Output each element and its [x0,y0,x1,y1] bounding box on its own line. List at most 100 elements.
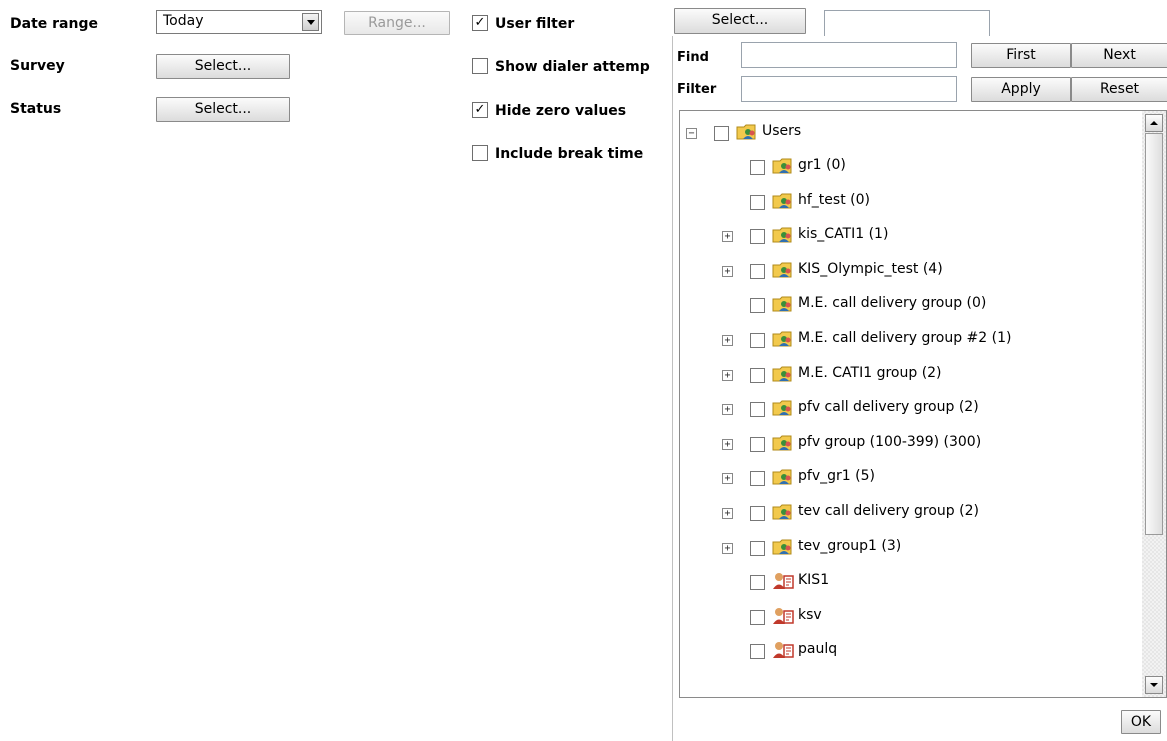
group-folder-icon [772,539,792,555]
tree-item[interactable]: hf_test (0) [680,190,1140,214]
tree-item[interactable]: + KIS_Olympic_test (4) [680,259,1140,283]
tree-item-label: KIS_Olympic_test (4) [798,260,943,277]
apply-button[interactable]: Apply [971,77,1071,102]
arrow-up-icon [1150,121,1158,125]
group-folder-icon [772,193,792,209]
tree-item[interactable]: + M.E. CATI1 group (2) [680,363,1140,387]
tree-checkbox[interactable] [750,160,765,175]
expand-icon[interactable]: + [722,369,733,381]
group-folder-icon [772,158,792,174]
show-dialer-label: Show dialer attemp [495,59,650,75]
show-dialer-checkbox[interactable] [472,58,488,74]
arrow-down-icon [1150,683,1158,687]
status-label: Status [10,101,62,117]
expand-icon[interactable]: + [722,542,733,554]
user-filter-label: User filter [495,16,575,32]
tree-checkbox[interactable] [750,609,765,625]
user-filter-checkbox[interactable]: ✓ [472,15,488,31]
tree-checkbox[interactable] [750,298,765,314]
tree-checkbox[interactable] [750,506,765,521]
tree-item-label: KIS1 [798,572,830,589]
tree-item[interactable]: + M.E. call delivery group #2 (1) [680,328,1140,352]
first-button[interactable]: First [971,43,1071,68]
tree-item-label: M.E. call delivery group (0) [798,295,987,312]
tree-item-label: gr1 (0) [798,157,846,173]
tree-item[interactable]: + tev_group1 (3) [680,536,1140,560]
expand-icon[interactable]: + [722,335,733,346]
tree-checkbox[interactable] [750,471,765,487]
survey-select-button[interactable]: Select... [156,54,290,79]
tree-checkbox[interactable] [750,194,765,210]
expand-icon[interactable]: + [722,508,733,519]
expand-icon[interactable]: + [722,231,733,243]
group-folder-icon [772,262,792,278]
status-select-button[interactable]: Select... [156,97,290,122]
tree-checkbox[interactable] [750,333,765,348]
user-icon [773,607,794,624]
tree-item-label: pfv_gr1 (5) [798,468,875,485]
tree-content: − Users gr1 (0) hf_test (0) + kis_CATI1 (1)… [680,111,1140,697]
collapse-icon[interactable]: − [686,128,697,139]
group-folder-icon [772,296,792,312]
scroll-down-button[interactable] [1145,676,1163,694]
tree-item-label: paulq [798,641,838,658]
group-folder-icon [772,331,792,347]
user-filter-select-button[interactable]: Select... [674,8,806,34]
expand-icon[interactable]: + [722,404,733,416]
tree-item[interactable]: + pfv_gr1 (5) [680,466,1140,490]
user-select-popup: Find First Next Filter Apply Reset − Use… [672,36,1167,741]
scroll-thumb[interactable] [1145,133,1163,535]
group-folder-icon [772,366,792,382]
tree-item-label: tev_group1 (3) [798,537,902,554]
group-folder-icon [736,124,756,140]
tree-root-label: Users [762,123,802,139]
user-icon [773,573,794,590]
expand-icon[interactable]: + [722,473,733,485]
tree-item-label: tev call delivery group (2) [798,503,979,519]
group-folder-icon [772,227,792,243]
find-label: Find [677,50,709,65]
tree-checkbox[interactable] [750,229,765,245]
tree-item[interactable]: + pfv group (100-399) (300) [680,432,1140,456]
tree-checkbox[interactable] [750,263,765,279]
include-break-checkbox[interactable] [472,145,488,161]
tree-checkbox[interactable] [750,436,765,452]
hide-zero-checkbox[interactable]: ✓ [472,102,488,118]
tree-item[interactable]: KIS1 [680,570,1140,594]
date-range-label: Date range [10,16,98,32]
tree-item-label: M.E. CATI1 group (2) [798,364,942,381]
scroll-up-button[interactable] [1145,114,1163,132]
tree-item[interactable]: + kis_CATI1 (1) [680,224,1140,248]
filter-label: Filter [677,82,717,97]
tree-item[interactable]: ksv [680,605,1140,629]
reset-button[interactable]: Reset [1071,77,1167,102]
tree-item[interactable]: paulq [680,639,1140,663]
chevron-down-icon[interactable] [302,13,319,31]
tree-checkbox[interactable] [750,540,765,556]
group-folder-icon [772,435,792,451]
tree-checkbox[interactable] [750,402,765,418]
range-button[interactable]: Range... [344,11,450,35]
next-button[interactable]: Next [1071,43,1167,68]
date-range-select[interactable]: Today [156,10,322,34]
tree-checkbox[interactable] [714,126,729,141]
tree-item-label: pfv call delivery group (2) [798,399,979,416]
tree-item[interactable]: gr1 (0) [680,155,1140,179]
tree-item[interactable]: M.E. call delivery group (0) [680,293,1140,317]
filter-input[interactable] [741,76,957,102]
tree-root-row[interactable]: − Users [680,121,1140,145]
tree-item[interactable]: + pfv call delivery group (2) [680,397,1140,421]
tree-scrollbar[interactable] [1142,111,1166,697]
find-input[interactable] [741,42,957,68]
expand-icon[interactable]: + [722,265,733,277]
tree-checkbox[interactable] [750,644,765,660]
tree-item-label: kis_CATI1 (1) [798,226,889,243]
tree-item[interactable]: + tev call delivery group (2) [680,501,1140,525]
user-filter-field[interactable] [824,10,990,38]
tree-checkbox[interactable] [750,575,765,591]
expand-icon[interactable]: + [722,438,733,450]
ok-button[interactable]: OK [1121,710,1161,734]
tree-item-label: ksv [798,606,822,623]
group-folder-icon [772,400,792,416]
tree-checkbox[interactable] [750,367,765,383]
